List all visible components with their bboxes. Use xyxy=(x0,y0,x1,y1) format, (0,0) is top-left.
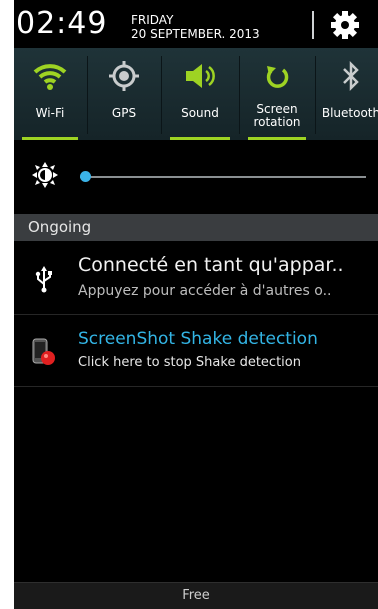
wifi-toggle[interactable]: Wi-Fi xyxy=(14,48,86,140)
ongoing-label: Ongoing xyxy=(28,218,92,236)
wifi-active-indicator xyxy=(22,137,78,140)
notification-title: Connecté en tant qu'appar.. xyxy=(78,254,344,276)
notification-title: ScreenShot Shake detection xyxy=(78,329,318,349)
wifi-icon xyxy=(33,64,67,90)
sound-label: Sound xyxy=(181,106,219,120)
usb-connection-notification[interactable]: Connecté en tant qu'appar.. Appuyez pour… xyxy=(14,242,378,312)
gps-label: GPS xyxy=(111,106,137,120)
carrier-label: Free xyxy=(182,588,210,603)
gps-icon xyxy=(109,61,139,91)
day-label: FRIDAY xyxy=(131,13,174,27)
date-block: FRIDAY 20 SEPTEMBER. 2013 xyxy=(131,13,260,41)
screenshot-shake-notification[interactable]: ScreenShot Shake detection Click here to… xyxy=(14,315,378,385)
brightness-slider-thumb[interactable] xyxy=(80,171,92,182)
bluetooth-icon xyxy=(343,60,359,92)
notification-subtitle: Click here to stop Shake detection xyxy=(78,355,301,370)
bluetooth-toggle[interactable]: Bluetooth xyxy=(316,48,378,140)
brightness-row xyxy=(14,146,378,204)
gps-toggle[interactable]: GPS xyxy=(88,48,160,140)
notification-shade: 02:49 FRIDAY 20 SEPTEMBER. 2013 Wi-Fi GP… xyxy=(14,0,378,609)
screen-rotation-label: Screen rotation xyxy=(240,103,314,129)
screen-rotation-toggle[interactable]: Screen rotation xyxy=(240,48,314,140)
gear-icon xyxy=(331,11,359,39)
date-label: 20 SEPTEMBER. 2013 xyxy=(131,27,260,41)
notification-divider xyxy=(14,386,378,387)
brightness-slider-track[interactable] xyxy=(80,176,366,178)
usb-icon xyxy=(35,266,52,293)
sound-icon xyxy=(186,64,215,88)
brightness-icon xyxy=(32,162,58,188)
wifi-label: Wi-Fi xyxy=(35,106,65,120)
rotation-icon xyxy=(266,66,289,88)
clock: 02:49 xyxy=(16,6,108,41)
notification-subtitle: Appuyez pour accéder à d'autres o.. xyxy=(78,283,332,299)
ongoing-section-header: Ongoing xyxy=(14,214,378,241)
quick-settings-toggles: Wi-Fi GPS Sound Screen rotation Bluetoot… xyxy=(14,48,378,140)
screen-rotation-label-line2: rotation xyxy=(253,115,301,129)
sound-active-indicator xyxy=(170,137,230,140)
status-header: 02:49 FRIDAY 20 SEPTEMBER. 2013 xyxy=(14,0,378,48)
sound-toggle[interactable]: Sound xyxy=(162,48,238,140)
bluetooth-label: Bluetooth xyxy=(321,106,378,120)
settings-button[interactable] xyxy=(328,10,362,40)
screenshot-shake-icon xyxy=(32,338,55,365)
rotation-active-indicator xyxy=(248,137,306,140)
header-divider xyxy=(312,11,314,39)
carrier-footer: Free xyxy=(14,582,378,609)
